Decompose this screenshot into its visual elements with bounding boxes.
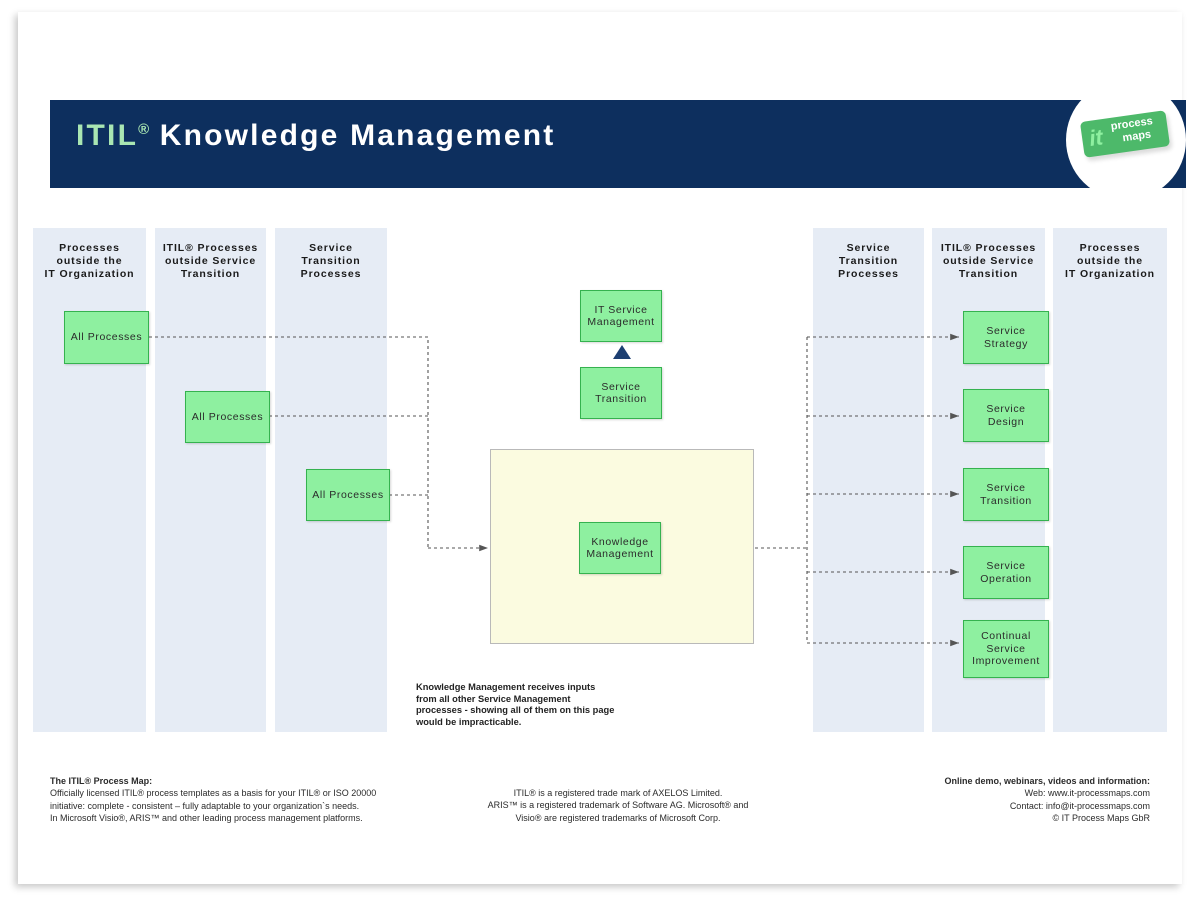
logo[interactable]: it process maps [1066,80,1186,200]
lane-title: Processes outside the IT Organization [44,242,135,280]
box-service-strategy[interactable]: Service Strategy [963,311,1049,364]
box-continual-service-improvement[interactable]: Continual Service Improvement [963,620,1049,678]
box-service-transition-right[interactable]: Service Transition [963,468,1049,521]
footer-center-line3: Visio® are registered trademarks of Micr… [515,812,721,823]
lane-processes-outside-it-left: Processes outside the IT Organization [33,228,146,732]
header-band: ITIL® Knowledge Management it process ma… [50,80,1186,200]
footer-center: ITIL® is a registered trade mark of AXEL… [438,787,798,824]
registered-mark-icon: ® [138,121,150,138]
lane-title: Service Transition Processes [300,242,362,280]
box-all-processes-2[interactable]: All Processes [185,391,270,443]
footer-center-line1: ITIL® is a registered trade mark of AXEL… [513,788,723,798]
page-sheet: ITIL® Knowledge Management it process ma… [18,12,1186,884]
box-it-service-management[interactable]: IT Service Management [580,290,662,342]
footer-contact-link[interactable]: Contact: info@it-processmaps.com [850,800,1150,812]
box-knowledge-management[interactable]: Knowledge Management [579,522,661,574]
footer-right: Online demo, webinars, videos and inform… [850,775,1150,825]
logo-it-text: it [1087,124,1105,151]
page-title-itil: ITIL [76,119,139,152]
footer-right-heading: Online demo, webinars, videos and inform… [944,776,1150,786]
diagram-note: Knowledge Management receives inputs fro… [416,682,615,727]
footer-left-heading: The ITIL® Process Map: [50,776,153,786]
lane-title: ITIL® Processes outside Service Transition [162,242,259,280]
footer-left-line1: Officially licensed ITIL® process templa… [50,788,377,799]
page-title: ITIL® Knowledge Management [76,119,555,153]
lane-itil-outside-st-left: ITIL® Processes outside Service Transition [155,228,266,732]
footer-center-line2: ARIS™ is a registered trademark of Softw… [487,800,749,811]
box-service-operation[interactable]: Service Operation [963,546,1049,599]
footer-left-line3: In Microsoft Visio®, ARIS™ and other lea… [50,813,363,824]
footer-left-line2: initiative: complete - consistent – full… [50,800,360,811]
footer-copyright: © IT Process Maps GbR [1052,813,1151,824]
lane-service-transition-right: Service Transition Processes [813,228,924,732]
box-service-transition-center[interactable]: Service Transition [580,367,662,419]
box-all-processes-1[interactable]: All Processes [64,311,149,364]
lane-title: ITIL® Processes outside Service Transition [940,242,1037,280]
footer-left: The ITIL® Process Map: Officially licens… [50,775,420,825]
lane-title: Service Transition Processes [838,242,899,280]
lane-title: Processes outside the IT Organization [1065,242,1155,280]
logo-badge: it process maps [1079,110,1171,158]
triangle-up-icon [613,345,631,359]
box-service-design[interactable]: Service Design [963,389,1049,442]
footer-web-link[interactable]: Web: www.it-processmaps.com [850,787,1150,799]
lane-processes-outside-it-right: Processes outside the IT Organization [1053,228,1167,732]
diagram-canvas: ITIL® Knowledge Management it process ma… [0,0,1200,900]
logo-words: process maps [1110,115,1155,147]
box-all-processes-3[interactable]: All Processes [306,469,390,521]
page-title-rest: Knowledge Management [159,119,556,152]
